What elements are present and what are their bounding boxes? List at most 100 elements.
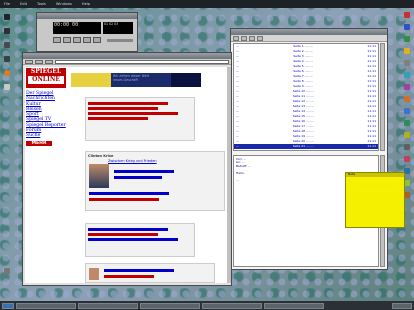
list-cell-2: 11.11 — [367, 114, 376, 118]
mehr-button[interactable]: MEHR — [26, 140, 52, 146]
list-cell-2: 11.11 — [367, 99, 376, 103]
url-field[interactable] — [55, 60, 229, 64]
section-c-link-2[interactable] — [88, 233, 158, 236]
cd-player-titlebar[interactable] — [37, 13, 137, 19]
list-cell-0: — — [236, 124, 239, 128]
dock-icon-12[interactable] — [404, 144, 410, 150]
dock-icon-7[interactable] — [404, 84, 410, 90]
cd-eject-button[interactable] — [93, 37, 101, 43]
article-link-3[interactable] — [89, 192, 169, 195]
cd-volume-slider[interactable] — [107, 39, 133, 42]
dock-icon-10[interactable] — [404, 120, 410, 126]
list-cell-1: Seite 4 ......... — [293, 59, 314, 63]
list-cell-2: 11.11 — [367, 109, 376, 113]
thumb-image[interactable] — [89, 268, 99, 280]
browser-scrollbar[interactable] — [227, 67, 231, 283]
news-toolbar — [231, 35, 387, 42]
dock-icon-2[interactable] — [404, 24, 410, 30]
headline-bar-4[interactable] — [88, 117, 148, 120]
list-cell-2: 11.11 — [367, 139, 376, 143]
section-c-link-3[interactable] — [88, 238, 178, 241]
menu-windows[interactable]: Windows — [56, 2, 72, 6]
banner-image-left — [71, 73, 111, 87]
toolbar-button-3[interactable] — [249, 36, 255, 41]
news-window: — Seite 1 ......... 11.11 — Seite 2 ........… — [230, 28, 388, 270]
toolbar-button-4[interactable] — [257, 36, 263, 41]
dock-icon-6[interactable] — [404, 72, 410, 78]
list-cell-0: — — [236, 119, 239, 123]
article-link-1[interactable] — [114, 170, 174, 173]
nav-item-8[interactable]: Suche — [26, 133, 66, 138]
section-b-lead[interactable]: Zwischen Krieg und Frieden — [108, 159, 222, 163]
desktop-icon-4[interactable] — [4, 56, 10, 62]
section-d-link-1[interactable] — [104, 269, 174, 272]
menu-help[interactable]: Help — [82, 2, 90, 6]
list-cell-2: 11.11 — [367, 144, 376, 148]
menubar: File Edit Tools Windows Help — [0, 0, 414, 8]
article-link-4[interactable] — [89, 198, 159, 201]
list-cell-0: — — [236, 84, 239, 88]
cd-display: 00:00 00 — [53, 22, 101, 34]
list-cell-1: Seite 14 ........ — [292, 109, 314, 113]
dock-icon-9[interactable] — [404, 108, 410, 114]
back-button[interactable] — [25, 60, 33, 64]
desktop-icon-2[interactable] — [4, 28, 10, 34]
dock-icon-13[interactable] — [404, 156, 410, 162]
desktop-icon-3[interactable] — [4, 42, 10, 48]
dock-icon-4[interactable] — [404, 48, 410, 54]
reload-button[interactable] — [45, 60, 53, 64]
browser-toolbar — [23, 59, 231, 65]
list-cell-1: Seite 5 ......... — [293, 64, 314, 68]
cd-play-button[interactable] — [53, 37, 61, 43]
list-cell-2: 11.11 — [367, 134, 376, 138]
page-content: SPIEGEL ONLINE Wir ziehen dieser Welt ne… — [25, 67, 227, 283]
ad-banner[interactable]: Wir ziehen dieser Welt neues Geschäft — [71, 73, 201, 87]
desktop-icon-5[interactable] — [4, 70, 10, 76]
dock-icon-11[interactable] — [404, 132, 410, 138]
section-c-link-1[interactable] — [88, 228, 168, 231]
list-cell-2: 11.11 — [367, 79, 376, 83]
taskbar-item-4[interactable] — [264, 302, 324, 309]
taskbar-item-1[interactable] — [78, 302, 138, 309]
taskbar-item-0[interactable] — [16, 302, 76, 309]
toolbar-button-1[interactable] — [233, 36, 239, 41]
list-cell-2: 11.11 — [367, 94, 376, 98]
taskbar-item-2[interactable] — [140, 302, 200, 309]
list-cell-0: — — [236, 114, 239, 118]
list-cell-0: — — [236, 94, 239, 98]
desktop-icon-6[interactable] — [4, 84, 10, 90]
desktop-icon-1[interactable] — [4, 14, 10, 20]
dock-icon-5[interactable] — [404, 60, 410, 66]
list-cell-2: 11.11 — [367, 84, 376, 88]
sticky-note[interactable]: Note — [345, 172, 405, 228]
cd-next-button[interactable] — [83, 37, 91, 43]
menu-file[interactable]: File — [4, 2, 10, 6]
taskbar-item-3[interactable] — [202, 302, 262, 309]
list-cell-2: 11.11 — [367, 69, 376, 73]
list-cell-0: — — [236, 89, 239, 93]
section-d-link-2[interactable] — [104, 275, 154, 278]
headline-bar-2[interactable] — [88, 107, 158, 110]
article-link-2[interactable] — [114, 176, 162, 179]
toolbar-button-2[interactable] — [241, 36, 247, 41]
cd-prev-button[interactable] — [73, 37, 81, 43]
spiegel-logo[interactable]: SPIEGEL ONLINE — [26, 68, 66, 88]
taskbar-clock — [392, 302, 412, 309]
list-cell-0: — — [236, 139, 239, 143]
list-cell-0: — — [236, 64, 239, 68]
headline-bar-1[interactable] — [88, 102, 168, 105]
dock-icon-8[interactable] — [404, 96, 410, 102]
menu-tools[interactable]: Tools — [37, 2, 46, 6]
list-cell-2: 11.11 — [367, 129, 376, 133]
forward-button[interactable] — [35, 60, 43, 64]
dock-icon-1[interactable] — [404, 12, 410, 18]
trash-icon[interactable] — [4, 268, 10, 274]
headline-bar-3[interactable] — [88, 112, 178, 115]
menu-edit[interactable]: Edit — [20, 2, 27, 6]
list-item[interactable]: — Seite 21 ........ 11.11 — [234, 144, 378, 149]
dock-icon-3[interactable] — [404, 36, 410, 42]
cd-stop-button[interactable] — [63, 37, 71, 43]
news-list-scrollbar[interactable] — [380, 43, 385, 151]
article-photo[interactable] — [89, 164, 109, 188]
start-button[interactable] — [2, 302, 14, 309]
